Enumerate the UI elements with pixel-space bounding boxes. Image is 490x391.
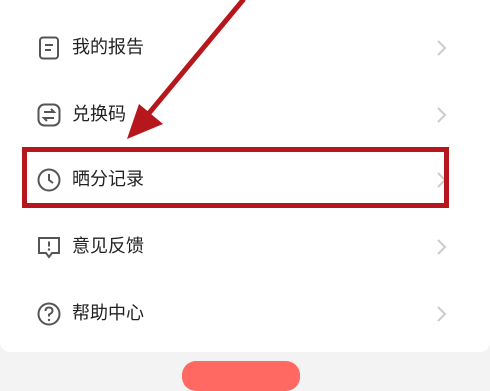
menu-item-label: 帮助中心 <box>72 303 144 324</box>
menu-item-label: 意见反馈 <box>72 236 144 257</box>
menu-item-label: 兑换码 <box>72 104 126 125</box>
menu-item-my-report[interactable]: 我的报告 <box>0 15 490 81</box>
chevron-right-icon <box>434 304 448 324</box>
exchange-icon <box>36 102 62 128</box>
chevron-right-icon <box>434 38 448 58</box>
report-icon <box>36 35 62 61</box>
menu-item-exchange-code[interactable]: 兑换码 <box>0 82 490 148</box>
feedback-icon <box>36 234 62 260</box>
annotation-highlight-box <box>22 147 449 208</box>
help-icon <box>36 301 62 327</box>
bottom-action-button[interactable] <box>182 361 300 391</box>
menu-item-help-center[interactable]: 帮助中心 <box>0 281 490 347</box>
chevron-right-icon <box>434 237 448 257</box>
menu-item-feedback[interactable]: 意见反馈 <box>0 214 490 280</box>
chevron-right-icon <box>434 105 448 125</box>
menu-item-label: 我的报告 <box>72 37 144 58</box>
